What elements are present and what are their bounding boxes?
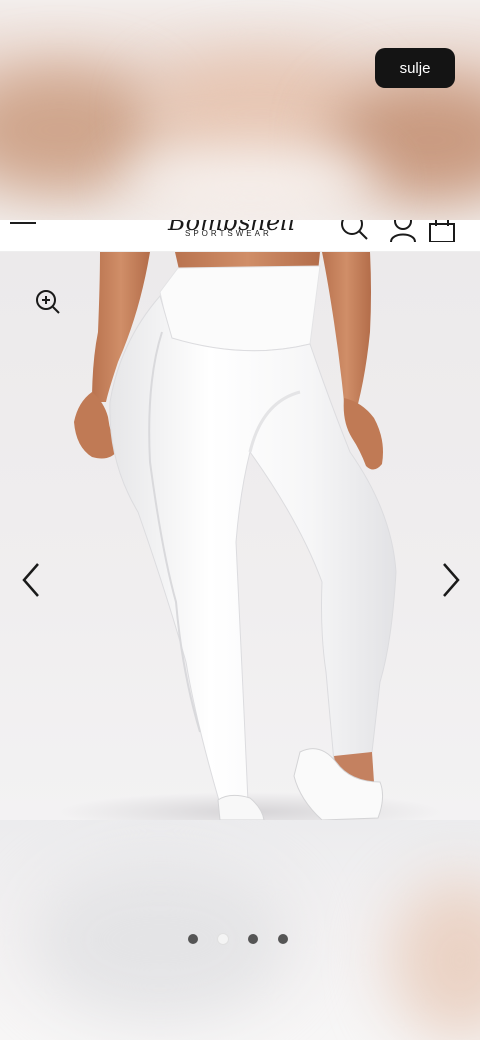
blurred-background-image-bottom: [0, 820, 480, 1040]
menu-icon[interactable]: [10, 220, 36, 228]
carousel-dot-1[interactable]: [188, 934, 198, 944]
site-header: Bombshell SPORTSWEAR: [0, 220, 480, 252]
carousel-dot-2[interactable]: [218, 934, 228, 944]
chevron-left-icon[interactable]: [18, 560, 46, 600]
zoom-in-icon[interactable]: [34, 288, 62, 316]
account-icon[interactable]: [388, 220, 418, 242]
bag-icon[interactable]: [427, 220, 457, 242]
product-image[interactable]: [0, 252, 480, 820]
leggings-photo: [60, 252, 440, 820]
brand-logo-subtitle: SPORTSWEAR: [185, 229, 272, 238]
carousel-pagination: [188, 934, 288, 944]
blurred-background-image: [0, 0, 480, 220]
search-icon[interactable]: [340, 220, 370, 242]
close-button[interactable]: sulje: [375, 48, 455, 88]
chevron-right-icon[interactable]: [436, 560, 464, 600]
carousel-dot-4[interactable]: [278, 934, 288, 944]
carousel-dot-3[interactable]: [248, 934, 258, 944]
